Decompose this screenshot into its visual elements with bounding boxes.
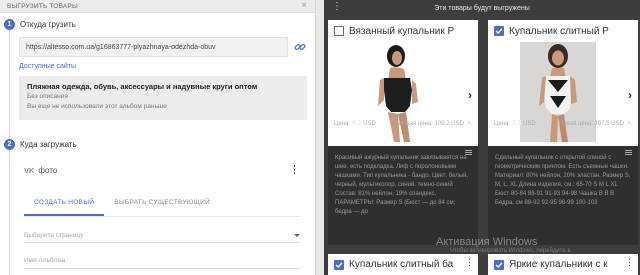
- new-price-label: Новая цена:: [558, 121, 593, 127]
- product-checkbox[interactable]: [494, 26, 504, 36]
- chevron-down-icon: [294, 234, 300, 237]
- chevron-right-icon[interactable]: ›: [628, 88, 632, 102]
- price-label: Цена:: [494, 121, 511, 127]
- panel-header: ВЫГРУЗИТЬ ТОВАРЫ ×: [0, 0, 315, 13]
- vk-logo-icon: VK: [24, 166, 35, 175]
- album-title: Пляжная одежда, обувь, аксессуары и наду…: [27, 82, 258, 91]
- product-title: Купальник слитный ба: [349, 259, 454, 270]
- vk-destination[interactable]: VK фото: [24, 166, 57, 175]
- product-checkbox[interactable]: [334, 259, 344, 270]
- price-label: Цена:: [334, 121, 351, 127]
- edit-icon[interactable]: ✎: [627, 121, 632, 127]
- price-value: 7,5: [511, 120, 522, 127]
- more-options-icon[interactable]: ⋮: [625, 258, 634, 267]
- tab-choose-existing[interactable]: ВЫБРАТЬ СУЩЕСТВУЮЩИЙ: [104, 199, 220, 216]
- more-options-icon[interactable]: ⋮: [332, 2, 342, 12]
- product-checkbox[interactable]: [494, 259, 504, 270]
- album-name-field[interactable]: Имя Альбома: [24, 255, 300, 269]
- page-select[interactable]: Выберите страницу: [24, 229, 300, 243]
- available-sites-link[interactable]: Доступные сайты: [19, 63, 76, 70]
- new-price-value: 109.2 USD: [434, 121, 464, 127]
- product-card: Яркие купальники с к ⋮: [488, 254, 638, 275]
- page-select-placeholder: Выберите страницу: [24, 232, 84, 239]
- destination-row: VK фото ⋮: [24, 165, 300, 176]
- edit-icon[interactable]: ✎: [467, 121, 472, 127]
- product-description: Красивый ажурный купальник завязывается …: [335, 155, 469, 215]
- step-rail: [9, 25, 10, 141]
- vk-label: фото: [38, 166, 58, 175]
- new-price-label: Новая цена:: [398, 121, 433, 127]
- product-card: Купальник слитный Р › Сдельный купальник…: [488, 20, 638, 245]
- price-row: Цена: 9,2 USD Новая цена: 109.2 USD ✎: [328, 120, 478, 127]
- product-card: Вязанный купальник Р › Красивый ажурный …: [328, 20, 478, 245]
- album-mode-tabs: СОЗДАТЬ НОВЫЙ ВЫБРАТЬ СУЩЕСТВУЮЩИЙ: [24, 199, 300, 217]
- product-title: Купальник слитный Р: [509, 25, 609, 37]
- chevron-right-icon[interactable]: ›: [468, 88, 472, 102]
- source-url-row: https://altesso.com.ua/g16863777-plyazhn…: [19, 37, 307, 57]
- panel-title: ВЫГРУЗИТЬ ТОВАРЫ: [7, 2, 78, 10]
- list-icon[interactable]: [465, 150, 472, 156]
- product-title: Вязанный купальник Р: [349, 25, 455, 37]
- step-number: 2: [4, 139, 15, 150]
- more-options-icon[interactable]: ⋮: [289, 165, 300, 176]
- new-price-value: 107.5 USD: [594, 121, 624, 127]
- product-title: Яркие купальники с к: [509, 259, 608, 270]
- source-url-input[interactable]: https://altesso.com.ua/g16863777-plyazhn…: [19, 37, 288, 57]
- list-icon[interactable]: [625, 150, 632, 156]
- product-card: Купальник слитный ба ⋮: [328, 254, 478, 275]
- step-label: Откуда грузить: [20, 20, 76, 29]
- step-label: Куда загружать: [20, 140, 77, 149]
- tab-create-new[interactable]: СОЗДАТЬ НОВЫЙ: [24, 199, 105, 216]
- items-title: Эти товары будут выгружены: [434, 4, 530, 12]
- album-info[interactable]: Пляжная одежда, обувь, аксессуары и наду…: [19, 76, 307, 120]
- step-rail: [9, 150, 10, 275]
- step-2: 2 Куда загружать: [4, 139, 77, 150]
- upload-panel: ВЫГРУЗИТЬ ТОВАРЫ × 1 Откуда грузить http…: [0, 0, 315, 275]
- product-image: [360, 42, 436, 142]
- items-header: ⋮ Эти товары будут выгружены: [324, 0, 640, 16]
- step-1: 1 Откуда грузить: [4, 19, 76, 30]
- product-checkbox[interactable]: [334, 26, 344, 36]
- product-image: [520, 42, 596, 142]
- price-row: Цена: 7,5 USD Новая цена: 107.5 USD ✎: [488, 120, 638, 127]
- price-value: 9,2: [351, 120, 362, 127]
- product-description: Сдельный купальник с открытой спиной с г…: [495, 155, 631, 206]
- album-subtitle: Без описания: [27, 93, 68, 100]
- album-note: Вы еще не использовали этот альбом раньш…: [27, 103, 167, 110]
- close-icon[interactable]: ×: [301, 1, 307, 11]
- price-currency: USD: [523, 121, 536, 127]
- items-panel: ⋮ Эти товары будут выгружены Вязанный ку…: [324, 0, 640, 275]
- more-options-icon[interactable]: ⋮: [465, 258, 474, 267]
- link-icon[interactable]: [293, 40, 307, 54]
- album-name-placeholder: Имя Альбома: [24, 257, 66, 264]
- price-currency: USD: [363, 121, 376, 127]
- step-number: 1: [4, 19, 15, 30]
- panel-divider[interactable]: [315, 0, 324, 275]
